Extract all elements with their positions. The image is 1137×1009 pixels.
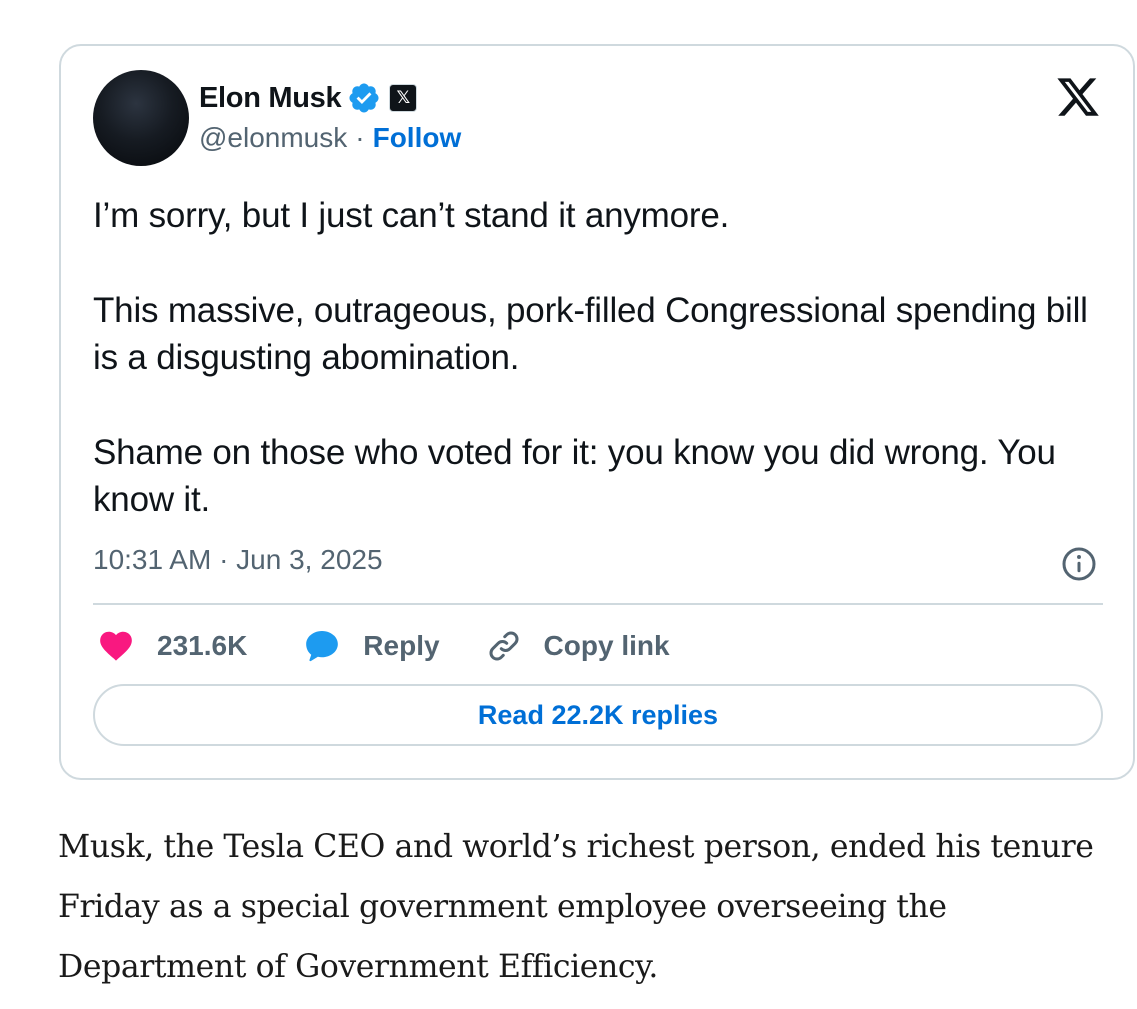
tweet-paragraph: I’m sorry, but I just can’t stand it any… [93, 196, 730, 235]
tweet-paragraph: This massive, outrageous, pork-filled Co… [93, 291, 1088, 377]
author-handle[interactable]: @elonmusk [199, 122, 347, 154]
copy-link-button[interactable]: Copy link [486, 628, 670, 664]
x-affiliate-badge-icon: 𝕏 [389, 84, 418, 112]
like-button[interactable]: 231.6K [97, 627, 247, 665]
reply-bubble-icon [306, 630, 339, 662]
tweet-paragraph: Shame on those who voted for it: you kno… [93, 433, 1056, 519]
read-replies-button[interactable]: Read 22.2K replies [93, 684, 1103, 746]
heart-icon [100, 631, 132, 661]
avatar[interactable] [93, 70, 189, 166]
reply-button[interactable]: Reply [303, 627, 440, 665]
embedded-tweet-card[interactable]: Elon Musk 𝕏 @elonmusk · Follow I’m sorry… [59, 44, 1135, 780]
copy-link-label: Copy link [543, 630, 670, 661]
tweet-body: I’m sorry, but I just can’t stand it any… [93, 192, 1103, 571]
likes-count: 231.6K [157, 630, 248, 661]
tweet-timestamp[interactable]: 10:31 AM · Jun 3, 2025 [93, 544, 383, 576]
reply-label: Reply [363, 630, 440, 661]
follow-button[interactable]: Follow [373, 122, 462, 154]
verified-check-icon [347, 81, 381, 115]
x-logo-icon[interactable] [1055, 74, 1101, 120]
author-name-row: Elon Musk 𝕏 [199, 80, 418, 116]
author-display-name[interactable]: Elon Musk [199, 82, 342, 115]
divider [93, 603, 1103, 605]
tweet-actions: 231.6K Reply Copy link [97, 624, 670, 668]
info-icon[interactable] [1061, 546, 1097, 582]
author-handle-row: @elonmusk · Follow [199, 122, 461, 154]
link-icon [489, 631, 518, 661]
handle-separator: · [355, 122, 365, 153]
article-paragraph: Musk, the Tesla CEO and world’s richest … [58, 829, 1094, 985]
